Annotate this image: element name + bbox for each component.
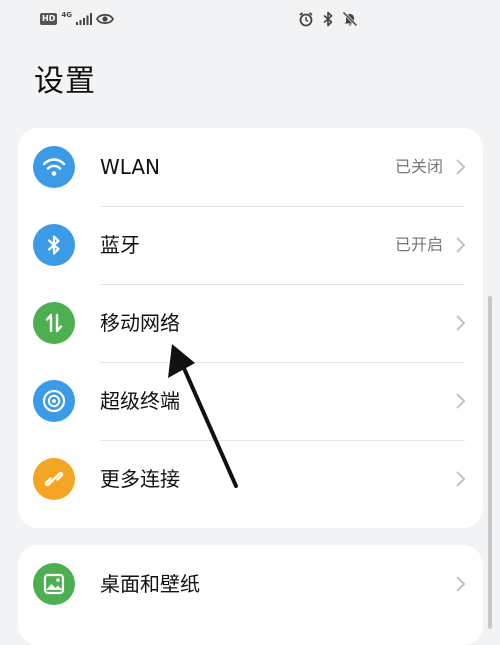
settings-group-display: 桌面和壁纸 — [18, 545, 483, 645]
status-bar: HD 4G — [0, 0, 500, 36]
network-type-label: 4G — [61, 11, 72, 19]
mobile-data-icon — [33, 302, 75, 344]
super-device-icon — [33, 380, 75, 422]
settings-item-label: 蓝牙 — [100, 233, 140, 257]
alarm-icon — [299, 12, 313, 27]
settings-item-wlan[interactable]: WLAN 已关闭 — [18, 128, 483, 206]
chevron-right-icon — [456, 237, 466, 253]
settings-item-label: WLAN — [100, 155, 161, 179]
settings-item-status: 已关闭 — [394, 157, 443, 176]
mute-icon — [342, 11, 358, 27]
status-bar-right — [298, 10, 358, 28]
chevron-right-icon — [456, 315, 466, 331]
settings-item-label: 超级终端 — [100, 389, 180, 413]
wifi-icon — [33, 146, 75, 188]
chevron-right-icon — [456, 393, 466, 409]
settings-item-super-device[interactable]: 超级终端 — [18, 362, 483, 440]
settings-item-status: 已开启 — [394, 235, 443, 254]
settings-item-label: 移动网络 — [100, 311, 180, 335]
signal-icon — [75, 13, 92, 25]
settings-item-label: 桌面和壁纸 — [100, 572, 200, 596]
wallpaper-icon — [33, 563, 75, 605]
eye-icon — [95, 13, 114, 25]
hd-badge: HD — [40, 13, 58, 25]
settings-item-bluetooth[interactable]: 蓝牙 已开启 — [18, 206, 483, 284]
page-title: 设置 — [34, 64, 96, 99]
settings-item-label: 更多连接 — [100, 467, 180, 491]
bluetooth-icon — [33, 224, 75, 266]
scrollbar[interactable] — [488, 296, 492, 629]
settings-item-mobile-network[interactable]: 移动网络 — [18, 284, 483, 362]
chevron-right-icon — [456, 471, 466, 487]
bluetooth-icon — [323, 11, 333, 27]
settings-item-desktop-wallpaper[interactable]: 桌面和壁纸 — [18, 545, 483, 623]
settings-item-more-connections[interactable]: 更多连接 — [18, 440, 483, 518]
chevron-right-icon — [456, 159, 466, 175]
status-bar-left: HD 4G — [40, 10, 114, 28]
chevron-right-icon — [456, 576, 466, 592]
settings-group-connectivity: WLAN 已关闭 蓝牙 已开启 移动网络 超级终端 更多连接 — [18, 128, 483, 528]
link-icon — [33, 458, 75, 500]
